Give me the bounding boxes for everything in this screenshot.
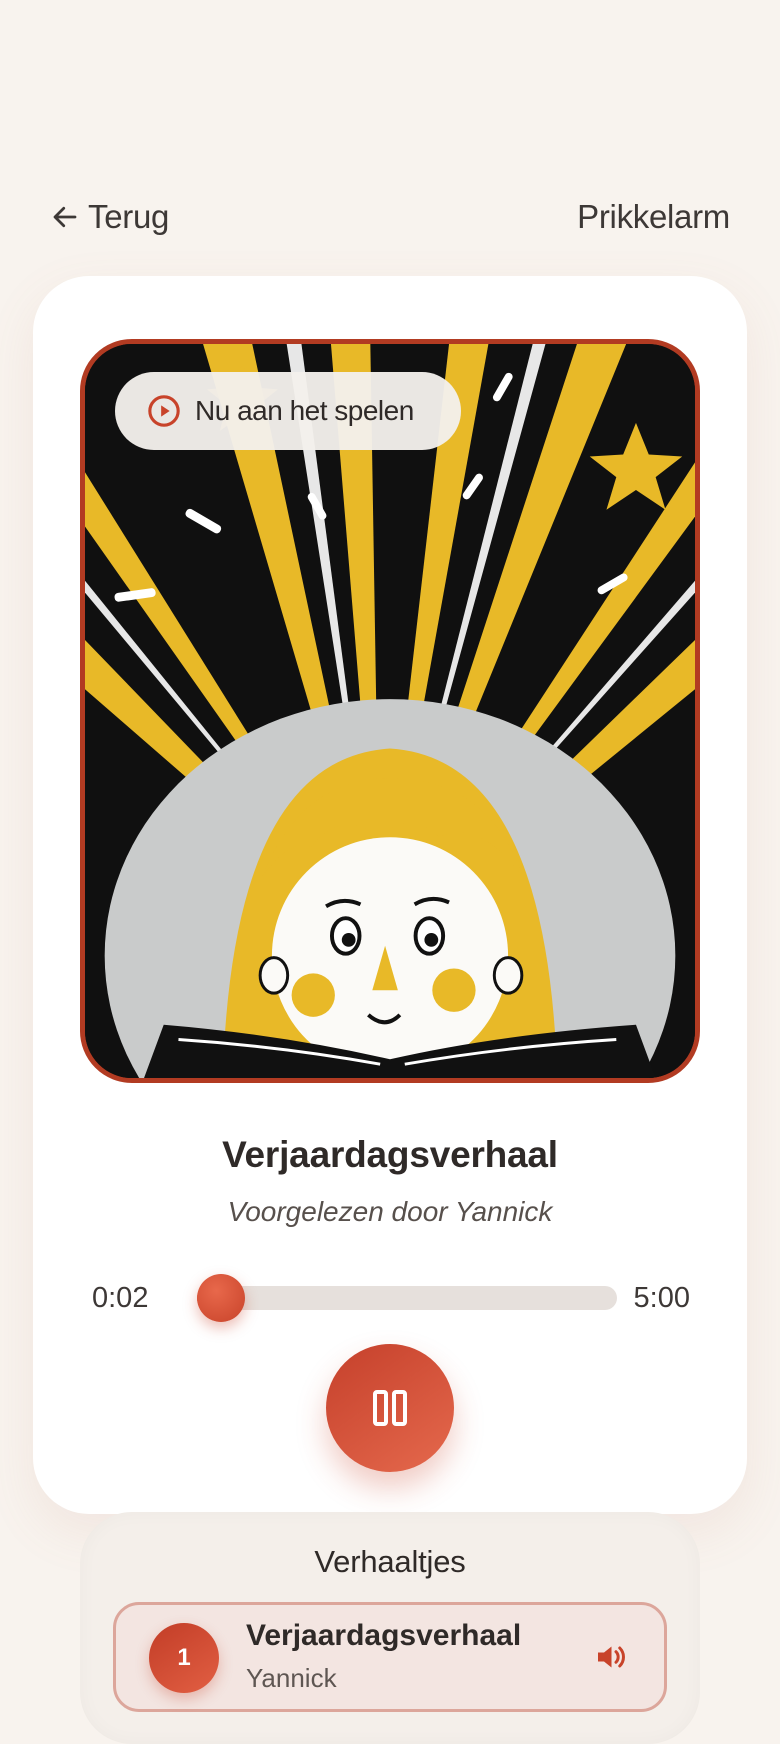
now-playing-label: Nu aan het spelen xyxy=(195,395,414,426)
speaker-icon xyxy=(598,1646,625,1668)
player-card: Nu aan het spelen Verjaardagsverhaal Voo… xyxy=(33,276,747,1744)
playlist-panel: Verhaaltjes 1 Verjaardagsverhaal Yannick xyxy=(80,1512,700,1744)
progress-thumb[interactable] xyxy=(197,1274,245,1322)
pause-button[interactable] xyxy=(326,1344,454,1472)
now-playing-badge: Nu aan het spelen xyxy=(115,372,461,450)
playlist-item[interactable]: 1 Verjaardagsverhaal Yannick xyxy=(113,1602,667,1712)
playlist-item-title: Verjaardagsverhaal xyxy=(246,1619,522,1652)
track-narrator: Voorgelezen door Yannick xyxy=(227,1196,553,1227)
cover-art: Nu aan het spelen xyxy=(80,339,700,1083)
cover-illustration xyxy=(85,344,695,1078)
playlist-heading: Verhaaltjes xyxy=(314,1544,466,1579)
progress-slider[interactable] xyxy=(197,1274,617,1322)
playlist-item-number: 1 xyxy=(149,1623,219,1693)
time-total: 5:00 xyxy=(633,1282,690,1314)
playlist-item-narrator: Yannick xyxy=(246,1663,337,1693)
back-button[interactable]: Terug xyxy=(50,198,169,236)
top-bar: Terug Prikkelarm xyxy=(0,190,780,246)
time-elapsed: 0:02 xyxy=(92,1282,149,1314)
track-title: Verjaardagsverhaal xyxy=(222,1134,558,1175)
back-label: Terug xyxy=(88,198,170,235)
play-circle-icon xyxy=(148,395,180,427)
arrow-left-icon xyxy=(53,206,77,228)
app-title: Prikkelarm xyxy=(577,198,730,235)
pause-icon xyxy=(373,1390,407,1426)
